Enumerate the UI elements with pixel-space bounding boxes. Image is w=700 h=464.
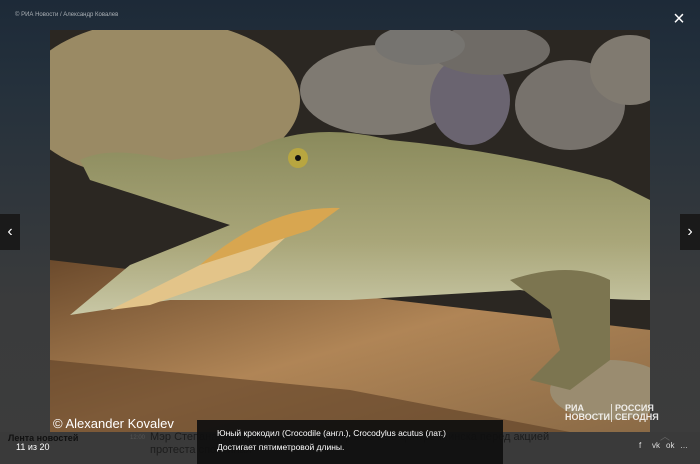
gallery-photo <box>50 30 650 432</box>
more-icon[interactable]: … <box>680 441 688 450</box>
top-photo-credit: © РИА Новости / Александр Ковалев <box>15 12 119 18</box>
prev-arrow-icon[interactable]: ‹ <box>0 214 20 250</box>
ok-icon[interactable]: ok <box>666 441 674 450</box>
ria-watermark-logo: РИА НОВОСТИ РОССИЯ СЕГОДНЯ <box>545 403 659 422</box>
vk-icon[interactable]: vk <box>652 441 660 450</box>
photo-caption: Юный крокодил (Crocodile (англ.), Crocod… <box>197 420 503 464</box>
watermark-ria: РИА НОВОСТИ <box>565 403 611 422</box>
watermark-rs: РОССИЯ СЕГОДНЯ <box>611 404 659 422</box>
facebook-icon[interactable]: f <box>639 441 641 450</box>
news-time: 12:00 <box>130 435 146 441</box>
crocodile-photo <box>50 30 650 432</box>
photo-credit: © Alexander Kovalev <box>53 416 174 431</box>
caption-line-2: Достигает пятиметровой длины. <box>217 442 345 452</box>
gallery-counter: 11 из 20 <box>16 442 50 452</box>
close-icon[interactable]: × <box>670 9 688 29</box>
next-arrow-icon[interactable]: › <box>680 214 700 250</box>
caption-line-1: Юный крокодил (Crocodile (англ.), Crocod… <box>217 428 446 438</box>
